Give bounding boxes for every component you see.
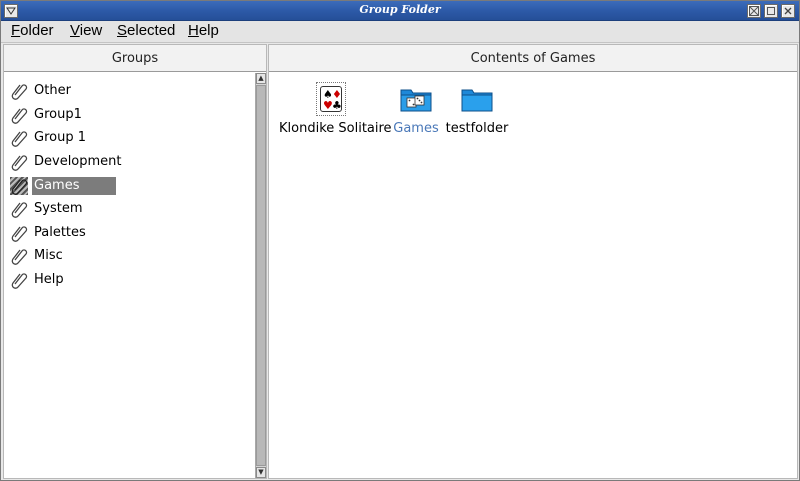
iconify-icon (749, 6, 759, 16)
title-bar[interactable]: Group Folder (1, 1, 799, 21)
maximize-icon (767, 7, 775, 15)
icon-label: Games (393, 121, 439, 136)
group-label: Development (34, 154, 122, 169)
playing-cards-icon: ♠ ♦ ♥ ♣ (316, 82, 346, 116)
group-item-development[interactable]: Development (10, 152, 250, 172)
paperclip-icon (11, 273, 28, 289)
group-label: Group1 (34, 107, 82, 122)
group-label: System (34, 201, 83, 216)
app-klondike-solitaire[interactable]: ♠ ♦ ♥ ♣ Klondike Solitaire (279, 80, 392, 136)
scroll-up-arrow-icon[interactable]: ▲ (256, 73, 266, 84)
close-icon (784, 7, 792, 15)
groups-header: Groups (4, 45, 266, 72)
paperclip-icon (11, 249, 28, 265)
group-item-other[interactable]: Other (10, 81, 250, 101)
menu-help[interactable]: Help (188, 22, 219, 39)
window-title: Group Folder (359, 3, 441, 16)
group-item-games[interactable]: Games (10, 176, 250, 196)
paperclip-icon (10, 177, 28, 195)
groups-list: Other Group1 Group 1 Development Games S… (4, 73, 256, 478)
paperclip-icon (11, 155, 28, 171)
menu-bar: Folder View Selected Help (1, 21, 799, 43)
group-label: Group 1 (34, 130, 86, 145)
iconify-button[interactable] (747, 4, 761, 18)
contents-panel: Contents of Games ♠ ♦ ♥ ♣ Klondike Solit… (268, 44, 798, 479)
group-label: Help (34, 272, 64, 287)
scroll-down-arrow-icon[interactable]: ▼ (256, 467, 266, 478)
group-label: Palettes (34, 225, 86, 240)
group-label: Other (34, 83, 71, 98)
paperclip-icon (11, 202, 28, 218)
group-label: Misc (34, 248, 63, 263)
group-item-group1[interactable]: Group1 (10, 105, 250, 125)
icon-label: Klondike Solitaire (279, 121, 392, 136)
group-item-group-1[interactable]: Group 1 (10, 128, 250, 148)
menu-folder[interactable]: Folder (11, 22, 54, 39)
group-folder-window: Group Folder Folder View Selected Help G… (0, 0, 800, 481)
paperclip-icon (11, 131, 28, 147)
group-item-help[interactable]: Help (10, 270, 250, 290)
group-item-system[interactable]: System (10, 199, 250, 219)
contents-header: Contents of Games (269, 45, 797, 72)
paperclip-icon (11, 226, 28, 242)
group-item-palettes[interactable]: Palettes (10, 223, 250, 243)
group-label: Games (32, 177, 116, 195)
paperclip-icon (11, 108, 28, 124)
icon-label: testfolder (445, 121, 509, 136)
folder-games[interactable]: Games (389, 80, 443, 136)
scroll-thumb[interactable] (256, 85, 266, 466)
groups-scrollbar[interactable]: ▲ ▼ (255, 73, 266, 478)
folder-dice-icon (400, 89, 432, 112)
close-button[interactable] (781, 4, 795, 18)
menu-view[interactable]: View (70, 22, 102, 39)
folder-icon (461, 89, 493, 112)
folder-testfolder[interactable]: testfolder (445, 80, 509, 136)
paperclip-icon (11, 84, 28, 100)
menu-selected[interactable]: Selected (117, 22, 175, 39)
groups-panel: Groups Other Group1 Group 1 Development … (3, 44, 267, 479)
maximize-button[interactable] (764, 4, 778, 18)
group-item-misc[interactable]: Misc (10, 246, 250, 266)
